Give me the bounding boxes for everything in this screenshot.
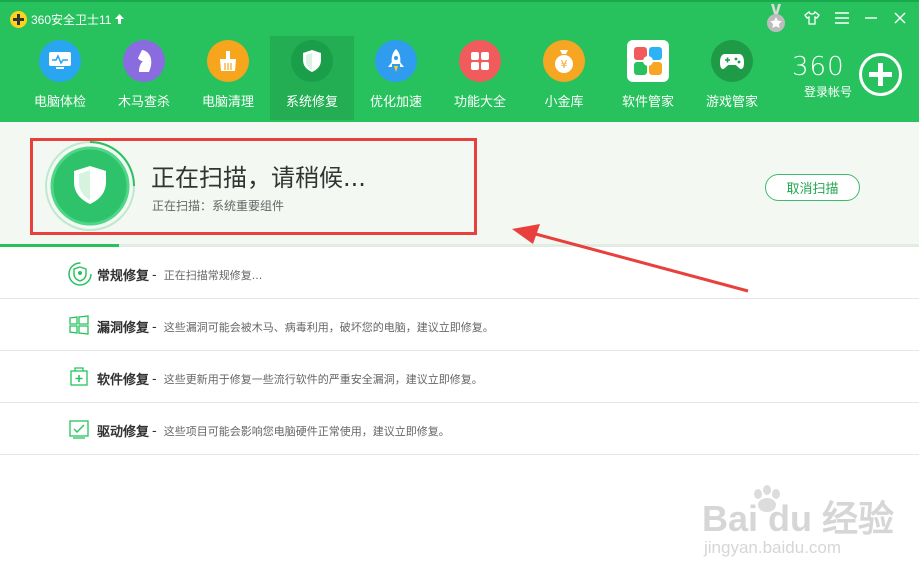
- logo-360: 360: [792, 52, 845, 82]
- rocket-icon: [375, 40, 417, 82]
- upgrade-arrow-icon[interactable]: [115, 14, 125, 24]
- nav-label: 电脑清理: [201, 95, 254, 110]
- shield-icon: [291, 40, 333, 82]
- nav-label: 功能大全: [453, 95, 506, 110]
- driver-icon: [68, 418, 90, 440]
- nav-item-game-manager[interactable]: 游戏管家: [690, 36, 774, 120]
- nav-item-checkup[interactable]: 电脑体检: [18, 36, 102, 120]
- repair-row-regular[interactable]: 常规修复 - 正在扫描常规修复...: [0, 247, 919, 299]
- menu-icon[interactable]: [832, 8, 852, 28]
- nav-item-cleanup[interactable]: 电脑清理: [186, 36, 270, 120]
- cancel-scan-button[interactable]: 取消扫描: [765, 174, 860, 201]
- skin-shirt-icon[interactable]: [802, 8, 822, 28]
- nav-item-system-repair[interactable]: 系统修复: [270, 36, 354, 120]
- nav-item-trojan-scan[interactable]: 木马查杀: [102, 36, 186, 120]
- close-icon[interactable]: [890, 8, 910, 28]
- repair-row-name: 驱动修复: [97, 425, 150, 440]
- grid-icon: [459, 40, 501, 82]
- svg-text:¥: ¥: [561, 58, 568, 71]
- repair-row-name: 软件修复: [97, 373, 150, 388]
- nav-label: 小金库: [544, 95, 584, 110]
- money-bag-icon: ¥: [543, 40, 585, 82]
- repair-row-name: 常规修复: [97, 269, 150, 284]
- apps-icon: [627, 40, 669, 82]
- app-title: 360安全卫士11: [31, 12, 112, 27]
- plus-circle-icon[interactable]: [858, 52, 903, 97]
- shield-check-icon: [68, 262, 92, 286]
- horse-icon: [123, 40, 165, 82]
- repair-row-desc: - 这些漏洞可能会被木马、病毒利用，破坏您的电脑，建议立即修复。: [152, 320, 494, 335]
- baidu-watermark: Bai du 经验 jingyan.baidu.com: [702, 485, 902, 570]
- nav-label: 系统修复: [285, 95, 338, 110]
- software-box-icon: [68, 366, 90, 388]
- watermark-text: Bai du 经验: [702, 498, 895, 539]
- nav-item-features[interactable]: 功能大全: [438, 36, 522, 120]
- repair-row-name: 漏洞修复: [97, 321, 150, 336]
- windows-icon: [68, 314, 90, 336]
- minimize-icon[interactable]: [861, 8, 881, 28]
- nav-item-vault[interactable]: ¥ 小金库: [522, 36, 606, 120]
- repair-row-driver[interactable]: 驱动修复 - 这些项目可能会影响您电脑硬件正常使用，建议立即修复。: [0, 403, 919, 455]
- header-bar: 360安全卫士11 电脑体检 木马查杀 电脑清理 系统修复 优化加速 功能大全 …: [0, 0, 919, 122]
- title-row: 360安全卫士11: [10, 9, 125, 29]
- app-logo-icon: [10, 10, 27, 28]
- header-top-line: [0, 0, 919, 2]
- nav-item-speedup[interactable]: 优化加速: [354, 36, 438, 120]
- repair-row-desc: - 正在扫描常规修复...: [152, 268, 263, 283]
- nav-label: 优化加速: [369, 95, 422, 110]
- broom-icon: [207, 40, 249, 82]
- medal-icon[interactable]: [765, 4, 787, 34]
- nav-label: 电脑体检: [33, 95, 86, 110]
- login-label: 登录帐号: [804, 85, 853, 99]
- gamepad-icon: [711, 40, 753, 82]
- nav-item-software-manager[interactable]: 软件管家: [606, 36, 690, 120]
- annotation-highlight-box: [30, 138, 477, 235]
- nav-label: 软件管家: [621, 95, 674, 110]
- nav-label: 游戏管家: [705, 95, 758, 110]
- repair-row-software[interactable]: 软件修复 - 这些更新用于修复一些流行软件的严重安全漏洞，建议立即修复。: [0, 351, 919, 403]
- monitor-icon: [39, 40, 81, 82]
- repair-row-desc: - 这些项目可能会影响您电脑硬件正常使用，建议立即修复。: [152, 424, 450, 439]
- watermark-url: jingyan.baidu.com: [704, 538, 842, 557]
- nav-label: 木马查杀: [117, 95, 170, 110]
- repair-row-desc: - 这些更新用于修复一些流行软件的严重安全漏洞，建议立即修复。: [152, 372, 483, 387]
- repair-row-vulnerability[interactable]: 漏洞修复 - 这些漏洞可能会被木马、病毒利用，破坏您的电脑，建议立即修复。: [0, 299, 919, 351]
